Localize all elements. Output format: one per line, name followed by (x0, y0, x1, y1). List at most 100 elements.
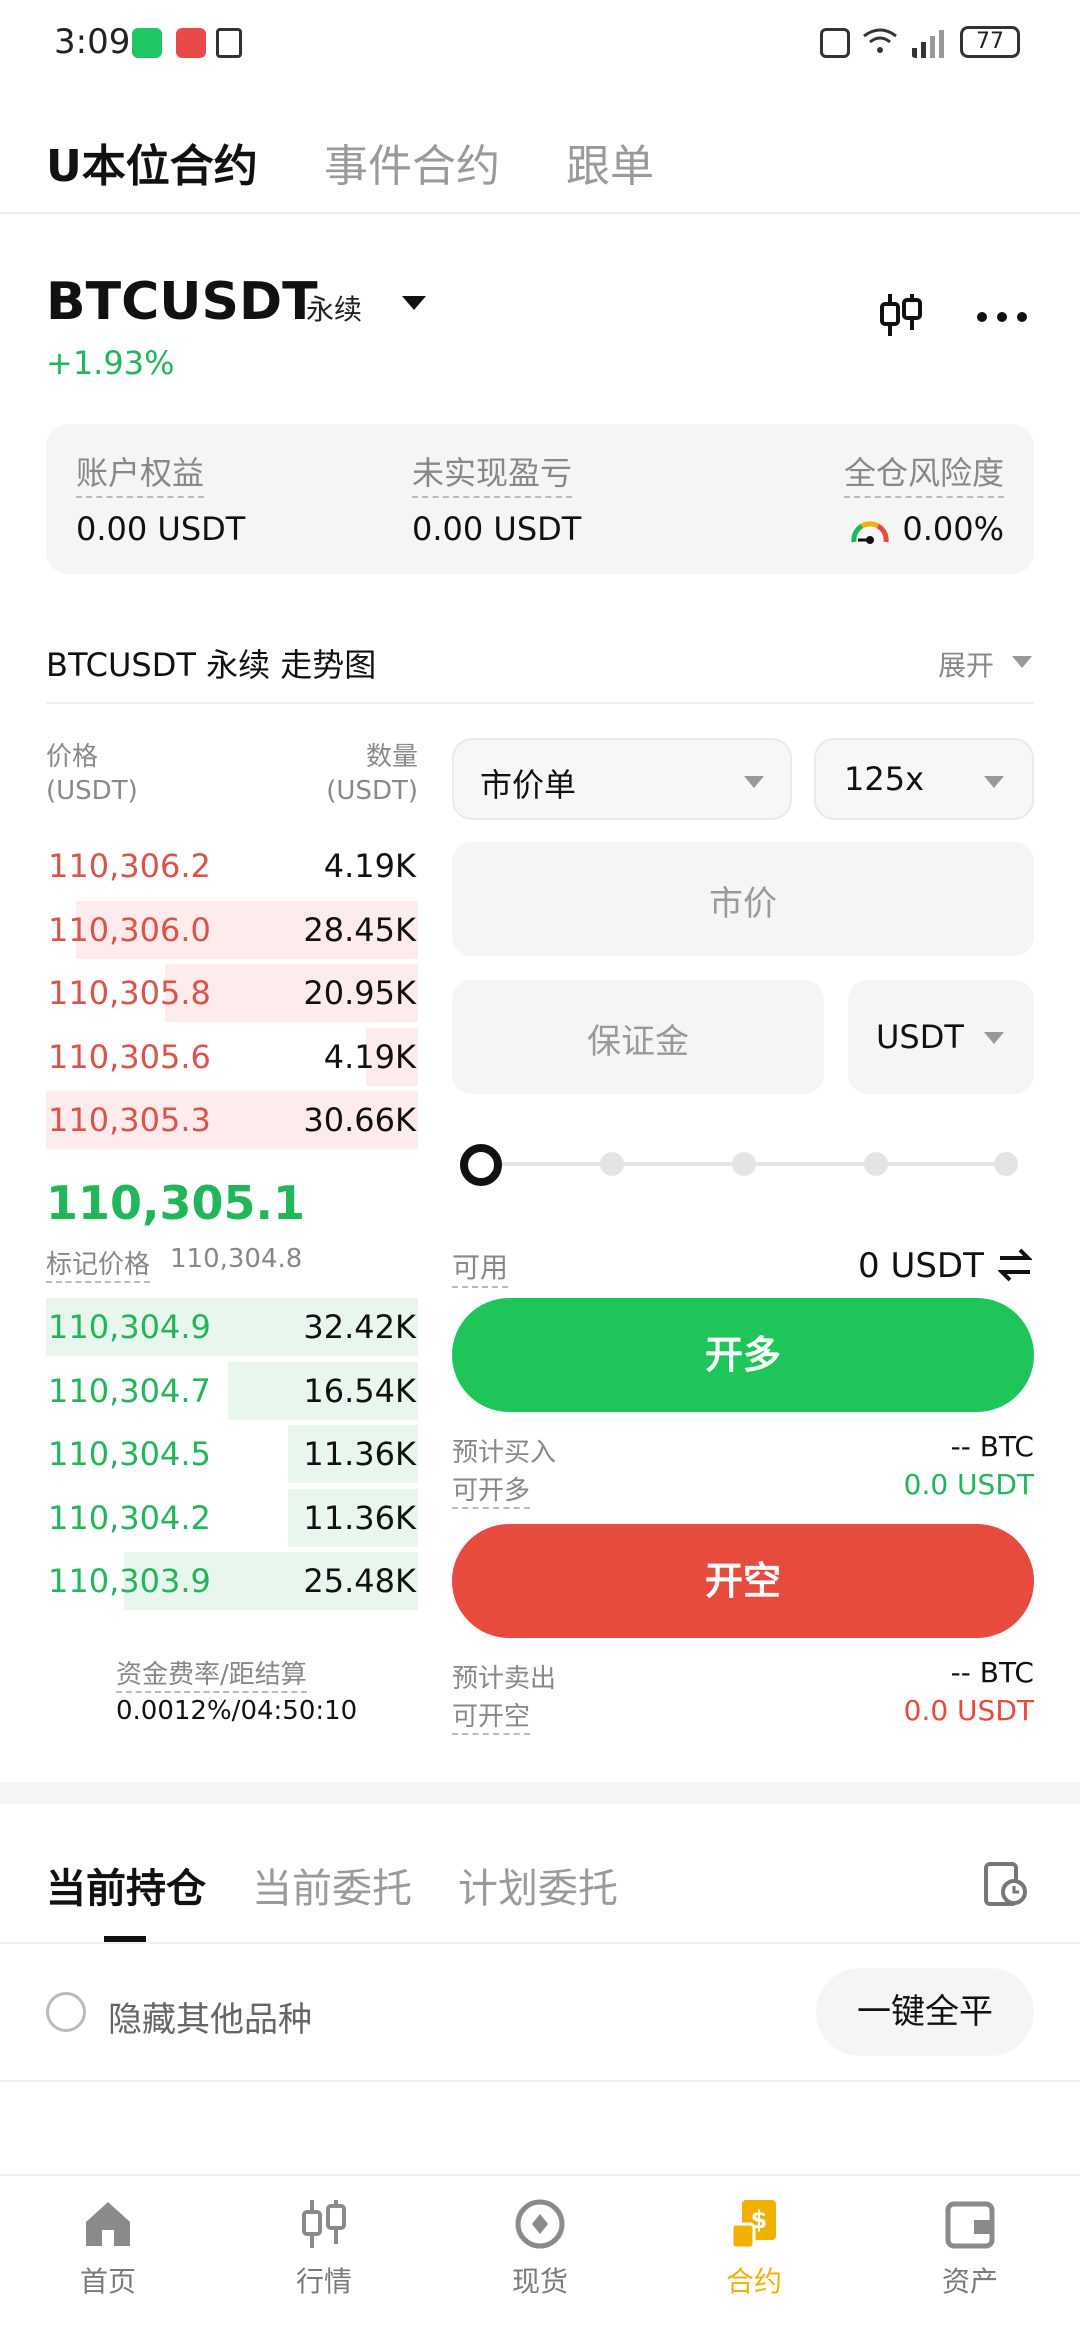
can-long-label[interactable]: 可开多 (452, 1470, 531, 1509)
cross-margin-risk: 全仓风险度 0.00% (843, 448, 1004, 548)
vibrate-icon (820, 28, 850, 58)
ask-qty: 30.66K (303, 1101, 416, 1139)
risk-label[interactable]: 全仓风险度 (843, 448, 1004, 498)
bid-row[interactable]: 110,304.7 16.54K (46, 1361, 418, 1420)
mark-price-label[interactable]: 标记价格 (46, 1244, 151, 1283)
nav-home[interactable]: 首页 (38, 2194, 178, 2300)
order-type-value: 市价单 (480, 766, 577, 804)
chevron-down-icon (984, 1032, 1004, 1044)
futures-icon: $ (730, 2200, 776, 2250)
bid-price: 110,304.9 (48, 1308, 211, 1346)
tab-trigger-orders[interactable]: 计划委托 (458, 1856, 618, 1914)
more-icon[interactable] (974, 302, 1030, 332)
nav-market[interactable]: 行情 (254, 2194, 394, 2300)
equity-label[interactable]: 账户权益 (76, 448, 205, 498)
slider-step-50[interactable] (732, 1152, 756, 1176)
open-short-button[interactable]: 开空 (452, 1524, 1034, 1638)
candlestick-chart-icon[interactable] (876, 290, 926, 340)
tab-copy-trading[interactable]: 跟单 (566, 130, 654, 194)
order-history-icon[interactable] (980, 1860, 1028, 1908)
close-all-button[interactable]: 一键全平 (816, 1968, 1034, 2056)
price-header-label: 价格 (46, 742, 99, 772)
ask-row[interactable]: 110,306.2 4.19K (46, 837, 418, 895)
expand-chart-button[interactable]: 展开 (938, 644, 994, 684)
bid-price: 110,304.5 (48, 1435, 211, 1473)
bid-row[interactable]: 110,304.9 32.42K (46, 1298, 418, 1356)
spot-icon (515, 2199, 565, 2249)
available-value: 0 USDT (858, 1246, 984, 1286)
bid-qty: 25.48K (303, 1562, 416, 1600)
tab-event-contracts[interactable]: 事件合约 (324, 130, 500, 194)
wallet-icon (945, 2201, 995, 2249)
bid-price: 110,304.2 (48, 1498, 211, 1537)
symbol-selector[interactable]: BTCUSDT (46, 272, 318, 332)
tab-open-orders[interactable]: 当前委托 (252, 1856, 412, 1914)
funding-rate-label[interactable]: 资金费率/距结算 (116, 1654, 307, 1693)
ask-row[interactable]: 110,305.6 4.19K (46, 1027, 418, 1086)
chevron-down-icon[interactable] (1012, 656, 1032, 668)
price-placeholder: 市价 (709, 884, 777, 924)
order-type-select[interactable]: 市价单 (452, 738, 792, 820)
margin-unit-select[interactable]: USDT (848, 980, 1034, 1094)
est-sell-value: -- BTC (950, 1656, 1034, 1689)
slider-step-75[interactable] (864, 1152, 888, 1176)
est-buy-value: -- BTC (950, 1430, 1034, 1463)
nav-spot[interactable]: 现货 (470, 2194, 610, 2300)
margin-input[interactable]: 保证金 (452, 980, 824, 1094)
bid-qty: 16.54K (303, 1371, 416, 1410)
market-icon (302, 2200, 346, 2248)
ask-row[interactable]: 110,305.8 20.95K (46, 964, 418, 1022)
bid-qty: 32.42K (303, 1308, 416, 1346)
nav-assets[interactable]: 资产 (900, 2194, 1040, 2300)
ask-price: 110,305.3 (48, 1101, 211, 1139)
status-bar: 3:09 77 (0, 0, 1080, 88)
chart-title: BTCUSDT 永续 走势图 (46, 646, 377, 684)
battery-icon: 77 (960, 26, 1020, 58)
contract-type-tag: 永续 (306, 293, 363, 326)
margin-unit-value: USDT (876, 1018, 964, 1056)
hide-other-symbols-label[interactable]: 隐藏其他品种 (108, 1992, 312, 2041)
nav-home-label: 首页 (79, 2265, 136, 2298)
bid-row[interactable]: 110,304.5 11.36K (46, 1425, 418, 1483)
nav-spot-label: 现货 (511, 2265, 568, 2298)
price-input[interactable]: 市价 (452, 842, 1034, 956)
app-notification-icon (132, 28, 162, 58)
qty-unit-label: (USDT) (326, 776, 418, 806)
orderbook-qty-header: 数量 (USDT) (318, 740, 418, 808)
divider (46, 702, 1034, 704)
bid-row[interactable]: 110,303.9 25.48K (46, 1552, 418, 1610)
price-change: +1.93% (46, 344, 175, 382)
ask-qty: 28.45K (303, 910, 416, 949)
leverage-select[interactable]: 125x (814, 738, 1034, 820)
ask-row[interactable]: 110,305.3 30.66K (46, 1091, 418, 1149)
bid-qty: 11.36K (303, 1498, 416, 1537)
home-icon (86, 2202, 130, 2246)
nav-futures[interactable]: $ 合约 (684, 2194, 824, 2300)
ask-row[interactable]: 110,306.0 28.45K (46, 900, 418, 959)
upnl-label[interactable]: 未实现盈亏 (412, 448, 573, 498)
transfer-icon[interactable] (998, 1248, 1032, 1282)
risk-row: 0.00% (844, 510, 1004, 548)
last-price[interactable]: 110,305.1 (46, 1176, 305, 1230)
bottom-navigation: 首页 行情 现货 $ 合约 资产 (0, 2174, 1080, 2331)
ask-qty: 4.19K (323, 847, 416, 885)
tab-usdt-futures[interactable]: U本位合约 (46, 130, 258, 194)
account-summary-card: 账户权益 0.00 USDT 未实现盈亏 0.00 USDT 全仓风险度 0.0… (46, 424, 1034, 574)
qty-header-label: 数量 (365, 742, 418, 772)
amount-slider-thumb[interactable] (460, 1144, 502, 1186)
can-short-label[interactable]: 可开空 (452, 1696, 531, 1735)
wifi-icon (863, 28, 897, 53)
chevron-down-icon (984, 776, 1004, 788)
tab-current-positions[interactable]: 当前持仓 (46, 1856, 206, 1914)
bid-row[interactable]: 110,304.2 11.36K (46, 1488, 418, 1547)
open-long-button[interactable]: 开多 (452, 1298, 1034, 1412)
slider-step-25[interactable] (600, 1152, 624, 1176)
available-label[interactable]: 可用 (452, 1246, 509, 1288)
hide-other-symbols-radio[interactable] (46, 1992, 86, 2032)
mark-price-value: 110,304.8 (170, 1244, 303, 1274)
ask-price: 110,306.2 (48, 847, 211, 885)
est-sell-label: 预计卖出 (452, 1664, 557, 1694)
chevron-down-icon[interactable] (402, 296, 426, 310)
slider-step-100[interactable] (994, 1152, 1018, 1176)
chevron-down-icon (744, 776, 764, 788)
